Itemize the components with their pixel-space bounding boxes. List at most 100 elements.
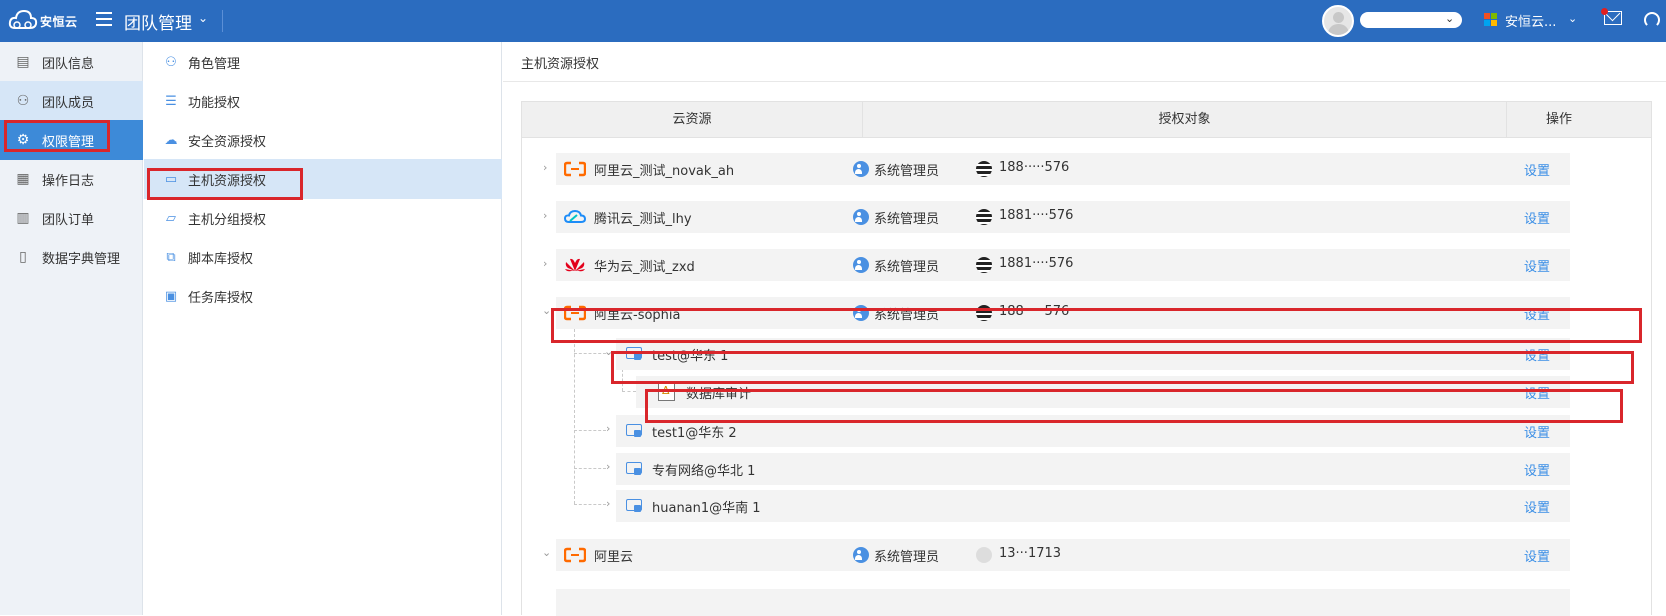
tree-line [574, 468, 606, 469]
cloud-shield-icon: ☁ [164, 132, 178, 148]
user-avatar [976, 209, 992, 225]
nav-item-label: 数据字典管理 [42, 251, 121, 267]
divider [222, 10, 223, 32]
aliyun-logo-icon [564, 547, 586, 563]
settings-link[interactable]: 设置 [1524, 256, 1550, 275]
hamburger-menu-icon[interactable] [96, 12, 112, 26]
collapse-caret-icon[interactable]: ⌄ [604, 345, 613, 358]
task-icon: ▣ [164, 288, 178, 304]
resource-name: 腾讯云_测试_lhy [594, 212, 692, 227]
host-lock-icon [626, 499, 642, 512]
sub-item-label: 主机分组授权 [188, 212, 267, 228]
database-audit-icon [658, 382, 675, 401]
sub-item-function-auth[interactable]: ☰ 功能授权 [144, 81, 502, 121]
column-header-auth-target: 授权对象 [1158, 112, 1211, 127]
tree-line [574, 430, 606, 431]
settings-link[interactable]: 设置 [1524, 304, 1550, 323]
resource-name: 数据库审计 [686, 387, 752, 402]
sub-item-label: 安全资源授权 [188, 134, 267, 150]
sub-item-label: 角色管理 [188, 56, 241, 72]
tree-line [622, 391, 636, 392]
role-icon [853, 305, 869, 321]
resource-name: 阿里云 [594, 550, 634, 565]
document-icon: ▤ [16, 54, 30, 70]
expand-caret-icon[interactable]: › [543, 161, 547, 174]
aliyun-logo-icon [564, 161, 586, 177]
logo[interactable]: 安恒云 [8, 6, 78, 36]
table-row[interactable]: test1@华东 2 设置 [616, 415, 1570, 447]
nav-item-operation-log[interactable]: ▦ 操作日志 [0, 159, 143, 199]
sub-item-security-resource-auth[interactable]: ☁ 安全资源授权 [144, 120, 502, 160]
left-nav: ▤ 团队信息 ⚇ 团队成员 ⚙ 权限管理 ▦ 操作日志 ▥ 团队订单 ▯ 数据字… [0, 42, 143, 615]
nav-item-label: 团队成员 [42, 95, 95, 111]
resource-table: 云资源 授权对象 操作 › 阿里云_测试_novak_ah 系统管理员 188·… [521, 101, 1652, 616]
role-name: 系统管理员 [874, 550, 940, 565]
user-phone: 1881····576 [999, 208, 1074, 223]
settings-link[interactable]: 设置 [1524, 383, 1550, 402]
sub-item-script-lib-auth[interactable]: ⧉ 脚本库授权 [144, 237, 502, 277]
sub-item-roles[interactable]: ⚇ 角色管理 [144, 42, 502, 82]
list-icon: ☰ [165, 93, 177, 109]
user-avatar [976, 547, 992, 563]
resource-name: huanan1@华南 1 [652, 501, 761, 516]
user-avatar [976, 161, 992, 177]
table-row[interactable]: 阿里云_测试_novak_ah 系统管理员 188·····576 设置 [556, 153, 1570, 185]
nav-item-team-orders[interactable]: ▥ 团队订单 [0, 198, 143, 238]
chevron-down-icon[interactable]: ⌄ [1568, 12, 1577, 25]
sub-item-host-resource-auth[interactable]: ▭ 主机资源授权 [144, 159, 502, 199]
headset-icon[interactable] [1644, 12, 1660, 28]
sub-item-task-lib-auth[interactable]: ▣ 任务库授权 [144, 276, 502, 316]
table-row[interactable]: 专有网络@华北 1 设置 [616, 453, 1570, 485]
sub-item-host-group-auth[interactable]: ▱ 主机分组授权 [144, 198, 502, 238]
settings-link[interactable]: 设置 [1524, 345, 1550, 364]
table-row[interactable]: 华为云_测试_zxd 系统管理员 1881····576 设置 [556, 249, 1570, 281]
table-row[interactable]: 阿里云 系统管理员 13···1713 设置 [556, 539, 1570, 571]
table-row[interactable]: test@华东 1 设置 [616, 338, 1570, 370]
nav-item-team-info[interactable]: ▤ 团队信息 [0, 42, 143, 82]
column-header-action: 操作 [1545, 112, 1572, 127]
resource-name: 华为云_测试_zxd [594, 260, 695, 275]
role-name: 系统管理员 [874, 260, 940, 275]
cloud-logo-icon [8, 9, 38, 29]
settings-link[interactable]: 设置 [1524, 208, 1550, 227]
expand-caret-icon[interactable]: › [543, 209, 547, 222]
chevron-down-icon[interactable]: ⌄ [1445, 12, 1454, 25]
sub-item-label: 功能授权 [188, 95, 241, 111]
table-row[interactable]: huanan1@华南 1 设置 [616, 490, 1570, 522]
settings-link[interactable]: 设置 [1524, 546, 1550, 565]
top-bar: 安恒云 团队管理 ⌄ 17766641169 ⌄ 安恒云... ⌄ [0, 0, 1666, 42]
settings-link[interactable]: 设置 [1524, 160, 1550, 179]
table-header: 云资源 授权对象 操作 [522, 102, 1651, 138]
user-avatar [976, 257, 992, 273]
users-icon: ⚇ [16, 93, 30, 109]
nav-item-permissions[interactable]: ⚙ 权限管理 [0, 120, 143, 160]
user-avatar [976, 305, 992, 321]
role-name: 系统管理员 [874, 164, 940, 179]
expand-caret-icon[interactable]: › [543, 257, 547, 270]
collapse-caret-icon[interactable]: ⌄ [542, 304, 551, 317]
table-row[interactable]: 数据库审计 设置 [636, 376, 1570, 408]
user-phone: 188·····576 [999, 304, 1070, 319]
expand-caret-icon[interactable]: › [606, 460, 610, 473]
code-icon: ⧉ [166, 249, 176, 265]
tree-line [574, 353, 606, 354]
table-row[interactable]: 阿里云-sophia 系统管理员 188·····576 设置 [556, 297, 1570, 329]
settings-link[interactable]: 设置 [1524, 460, 1550, 479]
settings-link[interactable]: 设置 [1524, 497, 1550, 516]
org-name[interactable]: 安恒云... [1505, 11, 1556, 30]
chevron-down-icon[interactable]: ⌄ [198, 11, 208, 25]
table-row[interactable]: 腾讯云_测试_lhy 系统管理员 1881····576 设置 [556, 201, 1570, 233]
role-icon [853, 547, 869, 563]
expand-caret-icon[interactable]: › [606, 497, 610, 510]
nav-item-data-dictionary[interactable]: ▯ 数据字典管理 [0, 237, 143, 277]
avatar[interactable] [1322, 5, 1354, 37]
nav-item-team-members[interactable]: ⚇ 团队成员 [0, 81, 143, 121]
page-title[interactable]: 团队管理 [124, 9, 192, 34]
role-name: 系统管理员 [874, 308, 940, 323]
expand-caret-icon[interactable]: › [606, 422, 610, 435]
collapse-caret-icon[interactable]: ⌄ [542, 546, 551, 559]
resource-name: 专有网络@华北 1 [652, 464, 756, 479]
table-row[interactable] [556, 589, 1570, 616]
log-icon: ▦ [16, 171, 30, 187]
settings-link[interactable]: 设置 [1524, 422, 1550, 441]
